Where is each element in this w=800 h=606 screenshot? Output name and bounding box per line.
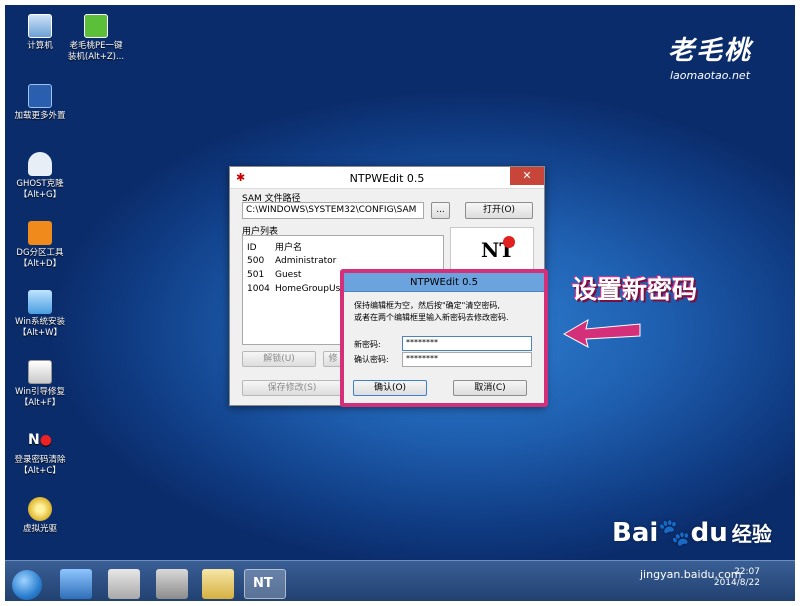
taskbar-desktop-icon[interactable] bbox=[60, 569, 92, 599]
ghost-icon bbox=[28, 152, 52, 176]
confirm-password-label: 确认密码: bbox=[354, 355, 389, 364]
table-row[interactable]: 501 Guest bbox=[247, 270, 301, 280]
virtual-drive-icon bbox=[28, 497, 52, 521]
dialog-instruction-line1: 保持编辑框为空，然后按"确定"清空密码, bbox=[354, 301, 500, 310]
close-button[interactable]: ✕ bbox=[510, 167, 544, 185]
window-titlebar[interactable]: ✱ NTPWEdit 0.5 ✕ bbox=[230, 167, 544, 189]
ok-button[interactable]: 确认(O) bbox=[353, 380, 427, 396]
desktop-icon-ghost[interactable]: GHOST克隆 【Alt+G】 bbox=[8, 152, 72, 201]
save-changes-button[interactable]: 保存修改(S) bbox=[242, 380, 342, 396]
sam-path-input[interactable]: C:\WINDOWS\SYSTEM32\CONFIG\SAM bbox=[242, 202, 424, 219]
ntpwedit-logo: NT bbox=[450, 227, 534, 273]
user-list-header: ID 用户名 bbox=[247, 243, 303, 253]
confirm-password-input[interactable]: ******** bbox=[402, 352, 532, 367]
taskbar-printer-icon[interactable] bbox=[108, 569, 140, 599]
taskbar-drive-icon[interactable] bbox=[156, 569, 188, 599]
taskbar-ntpwedit-icon[interactable]: NT bbox=[244, 569, 286, 599]
start-button[interactable] bbox=[12, 570, 42, 600]
brand-logo: 老毛桃 laomaotao.net bbox=[668, 30, 752, 82]
cancel-button[interactable]: 取消(C) bbox=[453, 380, 527, 396]
paw-icon: 🐾 bbox=[658, 518, 691, 548]
taskbar-tools-icon[interactable] bbox=[202, 569, 234, 599]
desktop-icon-diskgenius[interactable]: DG分区工具 【Alt+D】 bbox=[8, 221, 72, 270]
brand-url: laomaotao.net bbox=[669, 69, 751, 82]
computer-icon bbox=[28, 14, 52, 38]
browse-button[interactable]: ... bbox=[431, 202, 450, 219]
unlock-button[interactable]: 解锁(U) bbox=[242, 351, 316, 367]
desktop-icon-password-clear[interactable]: N● 登录密码清除 【Alt+C】 bbox=[8, 428, 72, 477]
password-clear-icon: N● bbox=[28, 432, 52, 448]
annotation-arrow-icon bbox=[562, 318, 641, 348]
brand-cn: 老毛桃 bbox=[667, 36, 752, 66]
taskbar: NT 22:07 2014/8/22 bbox=[0, 560, 800, 606]
boot-repair-icon bbox=[28, 360, 52, 384]
window-title: NTPWEdit 0.5 bbox=[349, 172, 425, 185]
baidu-jingyan-watermark: Bai🐾du 经验 bbox=[612, 518, 772, 548]
diskgenius-icon bbox=[28, 221, 52, 245]
load-more-icon bbox=[28, 84, 52, 108]
desktop-icon-computer[interactable]: 计算机 bbox=[8, 14, 72, 52]
dialog-instruction-line2: 或者在两个编辑框里输入新密码去修改密码. bbox=[354, 313, 509, 322]
table-row[interactable]: 500 Administrator bbox=[247, 256, 336, 266]
key-icon bbox=[503, 236, 515, 248]
watermark-url: jingyan.baidu.com bbox=[640, 568, 742, 581]
table-row[interactable]: 1004 HomeGroupUs bbox=[247, 284, 340, 294]
desktop-icon-virtual-drive[interactable]: 虚拟光驱 bbox=[8, 497, 72, 535]
dialog-title: NTPWEdit 0.5 bbox=[344, 273, 544, 292]
annotation-label: 设置新密码 bbox=[572, 275, 698, 304]
password-dialog[interactable]: NTPWEdit 0.5 保持编辑框为空，然后按"确定"清空密码, 或者在两个编… bbox=[344, 273, 544, 403]
laomaotao-installer-icon bbox=[84, 14, 108, 38]
desktop-icon-load-more[interactable]: 加载更多外置 bbox=[8, 84, 72, 122]
desktop-icon-boot-repair[interactable]: Win引导修复 【Alt+F】 bbox=[8, 360, 72, 409]
new-password-label: 新密码: bbox=[354, 340, 381, 349]
win-install-icon bbox=[28, 290, 52, 314]
desktop-icon-win-install[interactable]: Win系统安装 【Alt+W】 bbox=[8, 290, 72, 339]
open-button[interactable]: 打开(O) bbox=[465, 202, 533, 219]
new-password-input[interactable]: ******** bbox=[402, 336, 532, 351]
desktop-icon-installer[interactable]: 老毛桃PE一键 装机(Alt+Z)... bbox=[64, 14, 128, 63]
